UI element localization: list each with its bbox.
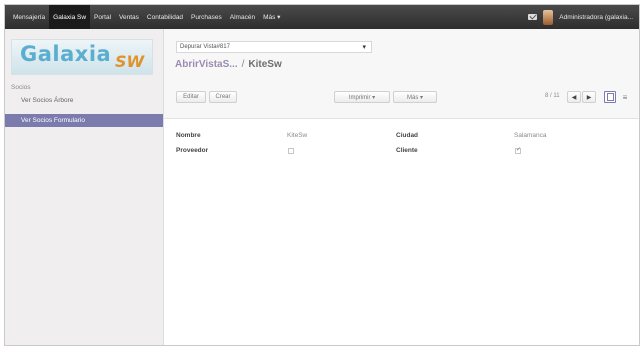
menu-contabilidad[interactable]: Contabilidad [143, 5, 187, 29]
sidebar-section-socios: Socios [11, 84, 31, 91]
menu-almacen[interactable]: Almacén [226, 5, 259, 29]
menu-ventas[interactable]: Ventas [115, 5, 143, 29]
breadcrumb-link[interactable]: AbrirVistaS... [175, 59, 238, 70]
arrow-left-icon: ◀ [571, 94, 577, 101]
mail-icon[interactable] [528, 14, 538, 20]
next-record-button[interactable]: ▶ [582, 91, 596, 103]
sidebar-item-ver-socios-formulario[interactable]: Ver Socios Formulario [5, 114, 163, 127]
cliente-label: Cliente [396, 147, 418, 154]
create-button[interactable]: Crear [209, 91, 237, 103]
company-logo[interactable]: Galaxia SW [11, 39, 153, 75]
ciudad-value: Salamanca [514, 132, 547, 139]
print-button[interactable]: Imprimir ▾ [334, 91, 390, 103]
debug-select-value: Depurar Vista#817 [180, 44, 230, 50]
proveedor-label: Proveedor [176, 147, 209, 154]
top-menu-bar: Mensajería Galaxia Sw Portal Ventas Cont… [5, 5, 639, 29]
control-panel: Depurar Vista#817 ▾ AbrirVistaS... / Kit… [164, 29, 639, 119]
form-view-icon[interactable] [604, 91, 616, 103]
debug-view-select[interactable]: Depurar Vista#817 ▾ [176, 41, 372, 53]
nombre-label: Nombre [176, 132, 201, 139]
menu-galaxia-sw[interactable]: Galaxia Sw [49, 5, 91, 29]
logo-suffix: SW [115, 52, 145, 71]
nombre-value: KiteSw [287, 132, 308, 139]
dropdown-arrow-icon: ▾ [362, 44, 366, 51]
ciudad-label: Ciudad [396, 132, 419, 139]
arrow-right-icon: ▶ [586, 94, 592, 101]
sidebar-item-ver-socios-arbore[interactable]: Ver Socios Árbore [5, 94, 163, 107]
menu-mas[interactable]: Más ▾ [259, 5, 284, 29]
logo-text: Galaxia [20, 42, 112, 66]
breadcrumb-separator: / [241, 59, 245, 70]
previous-record-button[interactable]: ◀ [567, 91, 581, 103]
sidebar: Galaxia SW Socios Ver Socios Árbore Ver … [5, 29, 164, 345]
partner-form: Nombre KiteSw Ciudad Salamanca Proveedor… [164, 120, 639, 345]
breadcrumb: AbrirVistaS... / KiteSw [175, 59, 282, 70]
cliente-checkbox[interactable] [515, 146, 521, 154]
top-menu: Mensajería Galaxia Sw Portal Ventas Cont… [5, 5, 284, 29]
list-view-icon[interactable]: ≡ [619, 91, 631, 103]
edit-button[interactable]: Editar [176, 91, 206, 103]
pager-counter[interactable]: 8 / 11 [545, 93, 560, 99]
proveedor-checkbox[interactable] [288, 148, 294, 154]
menu-portal[interactable]: Portal [90, 5, 115, 29]
main-content: Depurar Vista#817 ▾ AbrirVistaS... / Kit… [164, 29, 639, 345]
user-area: Administradora (galaxia... [528, 5, 633, 29]
menu-purchases[interactable]: Purchases [187, 5, 226, 29]
more-button[interactable]: Más ▾ [393, 91, 437, 103]
user-menu[interactable]: Administradora (galaxia... [559, 14, 633, 21]
avatar[interactable] [543, 9, 554, 25]
menu-mensajeria[interactable]: Mensajería [9, 5, 49, 29]
breadcrumb-current: KiteSw [248, 59, 282, 70]
app-window: Mensajería Galaxia Sw Portal Ventas Cont… [4, 4, 640, 346]
